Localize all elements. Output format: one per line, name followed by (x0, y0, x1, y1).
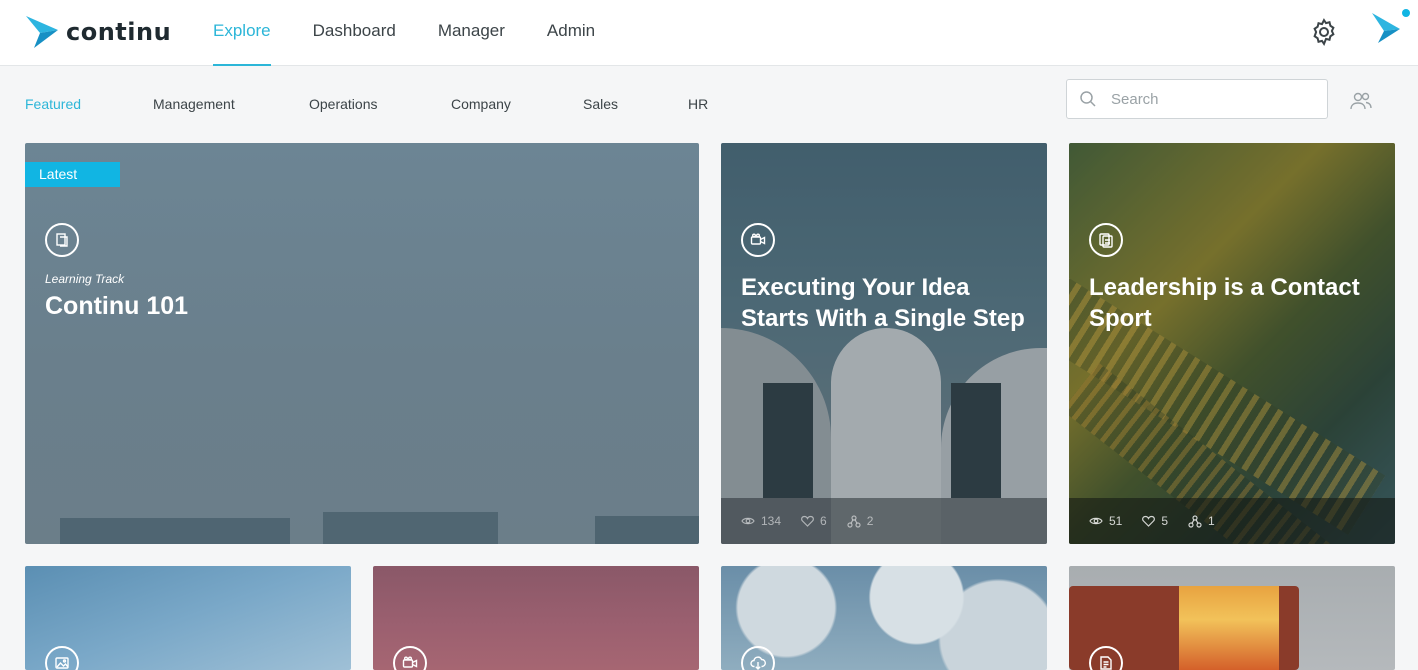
featured-title: Continu 101 (45, 292, 189, 320)
tab-sales[interactable]: Sales (583, 96, 618, 112)
heart-icon (801, 515, 814, 527)
content-card[interactable]: Leadership is a Contact Sport 51 5 1 (1069, 143, 1395, 544)
featured-skyline-2 (323, 512, 498, 544)
likes-count: 5 (1161, 514, 1169, 528)
card-overlay (721, 143, 1047, 544)
document-copy-icon (45, 223, 79, 257)
video-camera-icon (393, 646, 427, 670)
content-card[interactable] (373, 566, 699, 670)
card-stats: 51 5 1 (1069, 498, 1395, 544)
user-avatar[interactable] (1370, 7, 1412, 47)
views-count: 134 (761, 514, 782, 528)
share-icon (847, 514, 861, 528)
tab-management[interactable]: Management (153, 96, 235, 112)
content-card[interactable] (25, 566, 351, 670)
share-icon (1188, 514, 1202, 528)
featured-skyline-3 (595, 516, 699, 544)
shares-stat[interactable]: 2 (847, 514, 874, 528)
video-camera-icon (741, 223, 775, 257)
search-icon (1080, 91, 1096, 107)
card-title: Leadership is a Contact Sport (1089, 274, 1360, 332)
shares-count: 2 (866, 514, 874, 528)
card-overlay (1069, 143, 1395, 544)
shares-count: 1 (1208, 514, 1215, 528)
image-icon (45, 646, 79, 670)
card-stats: 134 6 2 (721, 498, 1047, 544)
content-card[interactable]: Executing Your Idea Starts With a Single… (721, 143, 1047, 544)
content-card[interactable] (1069, 566, 1395, 670)
logo-text: continu (66, 18, 172, 46)
nav-manager[interactable]: Manager (438, 0, 505, 66)
nav-dashboard[interactable]: Dashboard (313, 0, 396, 66)
views-stat: 51 (1089, 514, 1122, 528)
people-icon[interactable] (1349, 90, 1373, 112)
main-nav: Explore Dashboard Manager Admin (213, 0, 637, 66)
views-stat: 134 (741, 514, 781, 528)
tab-operations[interactable]: Operations (309, 96, 377, 112)
heart-icon (1142, 515, 1156, 527)
fire-image (1179, 586, 1279, 670)
featured-card[interactable]: Latest Learning Track Continu 101 (25, 143, 699, 544)
content-type-label: Learning Track (45, 272, 125, 286)
nav-admin[interactable]: Admin (547, 0, 595, 66)
likes-stat[interactable]: 6 (801, 514, 827, 528)
likes-count: 6 (820, 514, 827, 528)
documents-icon (1089, 223, 1123, 257)
search-box[interactable] (1066, 79, 1328, 119)
tab-company[interactable]: Company (451, 96, 511, 112)
content-card[interactable] (721, 566, 1047, 670)
eye-icon (741, 517, 755, 525)
search-input[interactable] (1111, 90, 1311, 108)
continu-logo-icon (26, 16, 58, 48)
card-title: Executing Your Idea Starts With a Single… (741, 274, 1025, 332)
gear-icon[interactable] (1309, 17, 1339, 47)
likes-stat[interactable]: 5 (1142, 514, 1168, 528)
latest-badge: Latest (25, 162, 120, 187)
tab-hr[interactable]: HR (688, 96, 708, 112)
views-count: 51 (1109, 514, 1123, 528)
tab-featured[interactable]: Featured (25, 96, 81, 112)
continu-logo[interactable]: continu (26, 16, 171, 48)
nav-explore[interactable]: Explore (213, 0, 271, 66)
cloud-download-icon (741, 646, 775, 670)
shares-stat[interactable]: 1 (1188, 514, 1215, 528)
top-navigation-bar: continu Explore Dashboard Manager Admin (0, 0, 1418, 66)
featured-skyline (60, 518, 290, 544)
eye-icon (1089, 517, 1103, 525)
